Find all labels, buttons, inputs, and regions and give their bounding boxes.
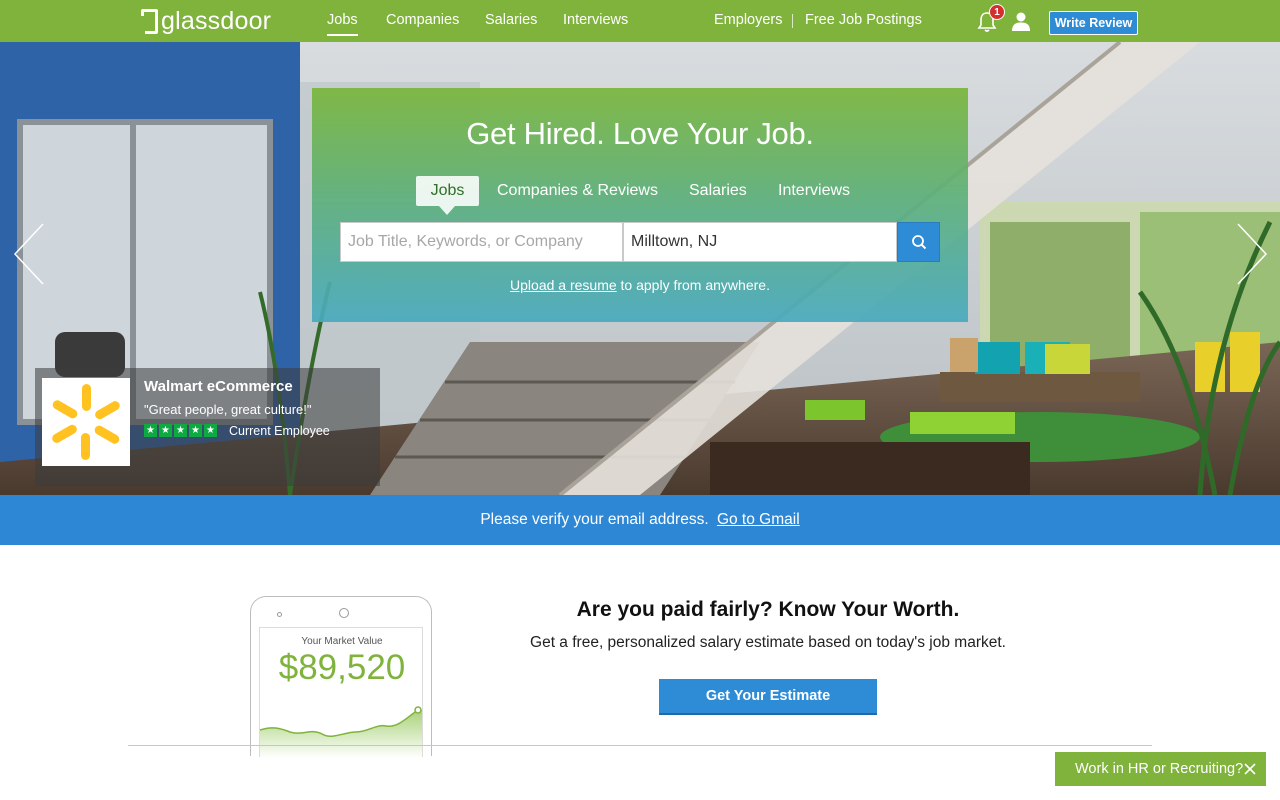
star-icon: ★ <box>204 424 217 437</box>
glassdoor-logo-icon <box>141 8 158 34</box>
verify-email-text: Please verify your email address. <box>480 511 709 528</box>
phone-speaker <box>339 608 349 618</box>
star-icon: ★ <box>174 424 187 437</box>
review-star-rating: ★ ★ ★ ★ ★ <box>144 424 217 437</box>
walmart-spark-icon <box>52 384 120 460</box>
search-tab-jobs[interactable]: Jobs <box>416 176 479 206</box>
user-account-icon[interactable] <box>1011 11 1031 31</box>
write-review-button[interactable]: Write Review <box>1049 11 1138 35</box>
logo-text: glassdoor <box>161 6 272 35</box>
hero-banner: Get Hired. Love Your Job. Jobs Companies… <box>0 42 1280 495</box>
walmart-logo <box>42 378 130 466</box>
featured-review-card[interactable]: Walmart eCommerce "Great people, great c… <box>35 368 380 486</box>
nav-divider <box>792 14 793 28</box>
upload-resume-text: to apply from anywhere. <box>616 277 770 293</box>
market-value-amount: $89,520 <box>278 648 406 687</box>
phone-screen: Your Market Value $89,520 <box>259 627 423 757</box>
nav-link-free-job-postings[interactable]: Free Job Postings <box>805 12 922 28</box>
search-tab-salaries[interactable]: Salaries <box>689 176 747 206</box>
go-to-gmail-link[interactable]: Go to Gmail <box>717 511 800 528</box>
hr-recruiting-text: Work in HR or Recruiting? <box>1075 761 1244 777</box>
star-icon: ★ <box>159 424 172 437</box>
nav-link-companies[interactable]: Companies <box>386 12 459 28</box>
upload-resume-link[interactable]: Upload a resume <box>510 277 617 293</box>
hero-headline: Get Hired. Love Your Job. <box>466 116 814 151</box>
salary-promo-title: Are you paid fairly? Know Your Worth. <box>576 598 960 621</box>
carousel-previous-arrow-icon[interactable] <box>13 222 45 286</box>
search-icon <box>912 235 927 250</box>
phone-illustration: Your Market Value $89,520 <box>250 596 432 757</box>
review-company-name: Walmart eCommerce <box>144 378 293 395</box>
review-quote: "Great people, great culture!" <box>144 402 312 417</box>
star-icon: ★ <box>144 424 157 437</box>
market-value-sparkline <box>260 706 422 757</box>
get-your-estimate-button[interactable]: Get Your Estimate <box>659 679 877 715</box>
notification-count-badge: 1 <box>989 4 1005 20</box>
close-icon[interactable] <box>1244 763 1256 775</box>
upload-resume-line: Upload a resume to apply from anywhere. <box>312 277 968 293</box>
star-icon: ★ <box>189 424 202 437</box>
phone-camera <box>277 612 282 617</box>
carousel-next-arrow-icon[interactable] <box>1236 222 1268 286</box>
section-divider <box>128 745 1152 746</box>
verify-email-banner: Please verify your email address. Go to … <box>0 495 1280 545</box>
salary-promo-subtitle: Get a free, personalized salary estimate… <box>530 634 1006 651</box>
reviewer-role: Current Employee <box>229 424 330 438</box>
active-tab-caret <box>439 206 455 215</box>
nav-link-salaries[interactable]: Salaries <box>485 12 537 28</box>
search-tab-interviews[interactable]: Interviews <box>778 176 850 206</box>
nav-link-interviews[interactable]: Interviews <box>563 12 628 28</box>
hr-recruiting-banner[interactable]: Work in HR or Recruiting? <box>1055 752 1266 786</box>
location-input[interactable]: Milltown, NJ <box>623 222 897 262</box>
nav-link-employers[interactable]: Employers <box>714 12 783 28</box>
market-value-label: Your Market Value <box>301 636 383 647</box>
keyword-search-input[interactable]: Job Title, Keywords, or Company <box>340 222 623 262</box>
search-tab-companies-reviews[interactable]: Companies & Reviews <box>497 176 658 206</box>
top-navigation-bar: glassdoor Jobs Companies Salaries Interv… <box>0 0 1280 42</box>
search-button[interactable] <box>897 222 940 262</box>
job-search-panel: Get Hired. Love Your Job. Jobs Companies… <box>312 88 968 322</box>
glassdoor-logo[interactable]: glassdoor <box>141 6 272 35</box>
nav-link-jobs[interactable]: Jobs <box>327 12 358 36</box>
